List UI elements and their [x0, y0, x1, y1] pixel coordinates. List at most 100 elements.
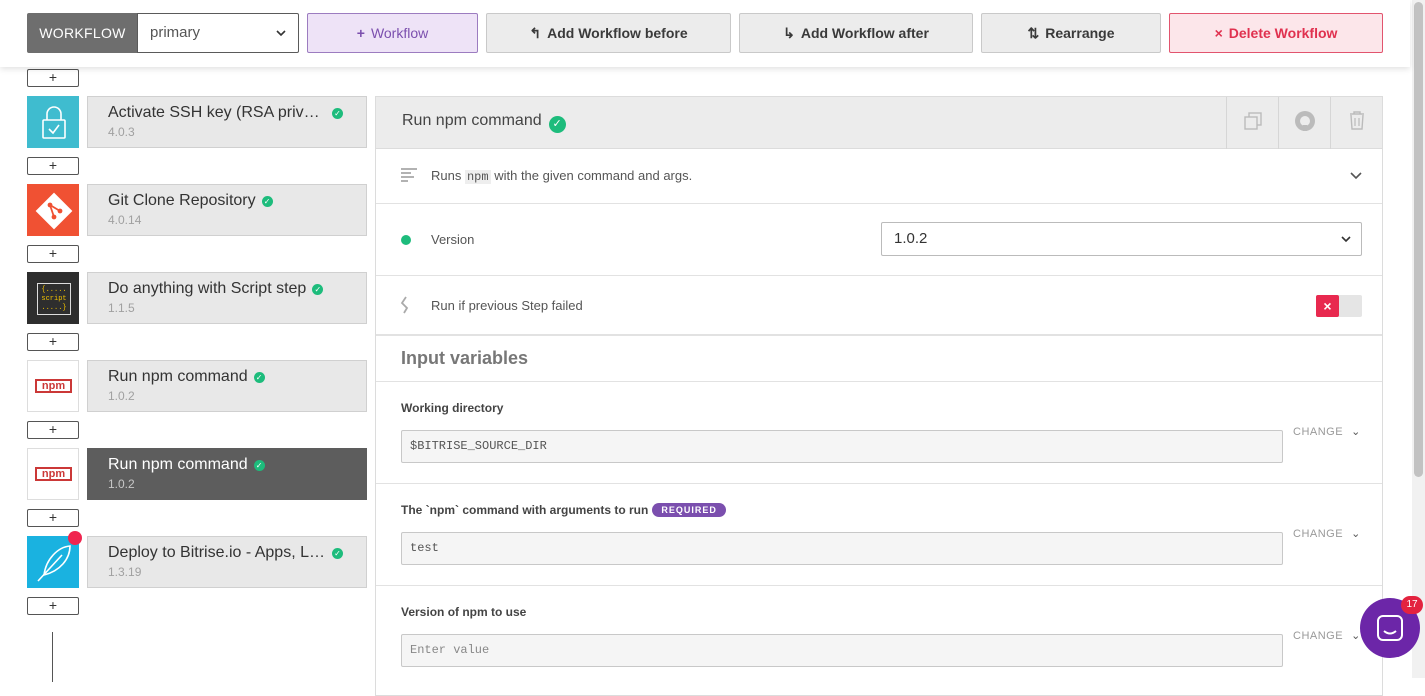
version-row: Version 1.0.2: [376, 204, 1382, 276]
delete-workflow-button[interactable]: × Delete Workflow: [1169, 13, 1383, 53]
step-item-activate-ssh[interactable]: Activate SSH key (RSA privat... ✓ 4.0.3: [87, 96, 367, 148]
insert-step-button[interactable]: +: [27, 509, 79, 527]
github-icon: [1295, 111, 1315, 131]
input-variables-header: Input variables: [376, 337, 1382, 382]
npm-logo-text: npm: [35, 379, 72, 393]
delete-workflow-label: Delete Workflow: [1228, 25, 1338, 41]
chevron-down-icon: ⌄: [1351, 426, 1361, 438]
chevron-down-icon: [1341, 223, 1351, 267]
timeline-line: [52, 632, 53, 682]
step-name: Run npm command ✓: [402, 112, 566, 133]
section-title: Input variables: [401, 348, 529, 368]
step-version: 1.1.5: [108, 301, 135, 316]
insert-step-button[interactable]: +: [27, 597, 79, 615]
script-icon: {..... script .....}: [27, 272, 79, 324]
step-version: 1.3.19: [108, 565, 142, 580]
git-icon: [27, 184, 79, 236]
version-select[interactable]: 1.0.2: [881, 222, 1362, 256]
step-version: 4.0.3: [108, 125, 135, 140]
chat-unread-badge: 17: [1401, 596, 1423, 614]
step-title: Do anything with Script step: [108, 280, 307, 297]
chat-launcher-button[interactable]: 17: [1360, 596, 1423, 658]
change-button[interactable]: CHANGE ⌄: [1293, 629, 1361, 642]
input-row-npm-command: The `npm` command with arguments to run R…: [376, 484, 1382, 586]
version-select-value: 1.0.2: [894, 230, 928, 247]
check-icon: ✓: [332, 107, 343, 119]
add-workflow-before-button[interactable]: ↰ Add Workflow before: [486, 13, 731, 53]
step-title: Run npm command: [108, 368, 248, 385]
step-title: Activate SSH key (RSA privat...: [108, 104, 326, 121]
step-item-run-npm[interactable]: Run npm command ✓ 1.0.2: [87, 360, 367, 412]
input-label: The `npm` command with arguments to run R…: [401, 503, 726, 517]
change-button[interactable]: CHANGE ⌄: [1293, 527, 1361, 540]
desc-before: Runs: [431, 168, 462, 183]
step-item-script[interactable]: Do anything with Script step ✓ 1.1.5: [87, 272, 367, 324]
workflow-label: WORKFLOW: [27, 13, 138, 53]
step-detail-panel: Run npm command ✓ Runs npm with the given…: [375, 96, 1383, 696]
desc-after: with the given command and args.: [494, 168, 693, 183]
arrow-up-left-icon: ↰: [529, 25, 542, 41]
npm-command-input[interactable]: test: [401, 532, 1283, 565]
add-workflow-button[interactable]: + Workflow: [307, 13, 478, 53]
step-name-text: Run npm command: [402, 112, 542, 129]
workflow-select[interactable]: primary: [137, 13, 299, 53]
check-icon: ✓: [332, 547, 343, 559]
add-workflow-after-button[interactable]: ↳ Add Workflow after: [739, 13, 973, 53]
close-icon: ×: [1316, 295, 1339, 317]
close-icon: ×: [1214, 25, 1223, 41]
change-button[interactable]: CHANGE ⌄: [1293, 425, 1361, 438]
workflow-select-value: primary: [150, 24, 201, 41]
script-icon-line: .....}: [41, 304, 67, 312]
input-row-working-directory: Working directory $BITRISE_SOURCE_DIR CH…: [376, 382, 1382, 484]
description-icon: [401, 168, 417, 182]
npm-version-input[interactable]: Enter value: [401, 634, 1283, 667]
input-label: Version of npm to use: [401, 605, 527, 619]
npm-icon: npm: [27, 360, 79, 412]
github-button[interactable]: [1278, 97, 1330, 149]
step-item-git-clone[interactable]: Git Clone Repository ✓ 4.0.14: [87, 184, 367, 236]
step-header: Run npm command ✓: [376, 97, 1382, 149]
chevron-down-icon: [1350, 172, 1362, 180]
verified-icon: ✓: [548, 116, 566, 133]
rearrange-button[interactable]: ⇅ Rearrange: [981, 13, 1161, 53]
change-label: CHANGE: [1293, 630, 1344, 642]
workflow-toolbar: WORKFLOW primary + Workflow ↰ Add Workflow…: [0, 0, 1410, 67]
change-label: CHANGE: [1293, 528, 1344, 540]
step-item-run-npm-selected[interactable]: Run npm command ✓ 1.0.2: [87, 448, 367, 500]
change-label: CHANGE: [1293, 426, 1344, 438]
check-icon: ✓: [312, 283, 324, 295]
step-version: 4.0.14: [108, 213, 142, 228]
step-description: Runs npm with the given command and args…: [431, 168, 692, 184]
insert-step-button[interactable]: +: [27, 421, 79, 439]
chevron-down-icon: [276, 14, 286, 67]
status-dot-icon: [401, 235, 411, 245]
step-version: 1.0.2: [108, 477, 135, 492]
step-title: Git Clone Repository: [108, 192, 256, 209]
clone-step-button[interactable]: [1226, 97, 1278, 149]
run-if-failed-toggle[interactable]: ×: [1316, 295, 1362, 317]
insert-step-button[interactable]: +: [27, 157, 79, 175]
working-directory-input[interactable]: $BITRISE_SOURCE_DIR: [401, 430, 1283, 463]
step-title: Deploy to Bitrise.io - Apps, Lo...: [108, 544, 326, 561]
rearrange-icon: ⇅: [1027, 25, 1040, 41]
rearrange-label: Rearrange: [1045, 25, 1115, 41]
step-description-row[interactable]: Runs npm with the given command and args…: [376, 149, 1382, 204]
trash-icon: [1350, 111, 1364, 130]
insert-step-button[interactable]: +: [27, 333, 79, 351]
input-label: Working directory: [401, 401, 504, 415]
arrow-down-right-icon: ↳: [783, 25, 795, 41]
insert-step-button[interactable]: +: [27, 69, 79, 87]
scrollbar-thumb[interactable]: [1414, 2, 1423, 477]
add-workflow-label: Workflow: [370, 25, 429, 41]
lock-icon: [27, 96, 79, 148]
chevron-down-icon: ⌄: [1351, 528, 1361, 540]
desc-code: npm: [464, 170, 491, 184]
delete-step-button[interactable]: [1330, 97, 1382, 149]
insert-step-button[interactable]: +: [27, 245, 79, 263]
input-row-npm-version: Version of npm to use Enter value CHANGE…: [376, 586, 1382, 696]
step-item-deploy[interactable]: Deploy to Bitrise.io - Apps, Lo... ✓ 1.3.…: [87, 536, 367, 588]
script-icon-line: script: [41, 295, 67, 303]
npm-icon: npm: [27, 448, 79, 500]
version-label: Version: [431, 232, 475, 247]
step-title: Run npm command: [108, 456, 248, 473]
